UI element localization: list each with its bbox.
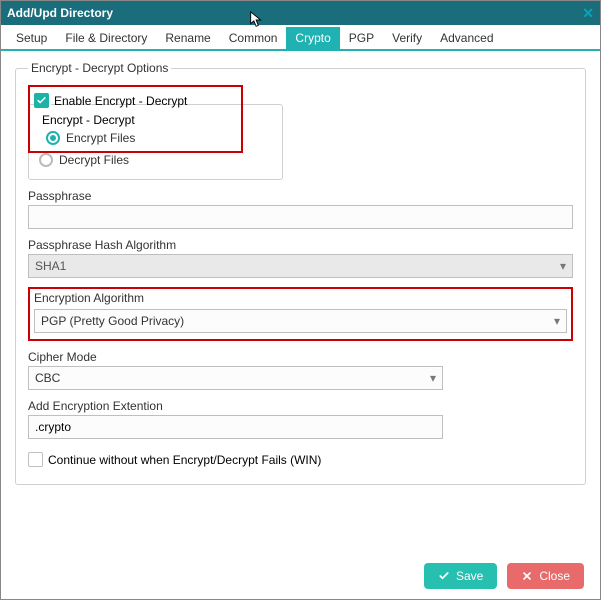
enable-encrypt-label: Enable Encrypt - Decrypt: [54, 94, 187, 108]
highlight-encryption-algorithm: Encryption Algorithm PGP (Pretty Good Pr…: [28, 287, 573, 341]
group-legend: Encrypt - Decrypt Options: [28, 61, 171, 75]
tab-rename[interactable]: Rename: [156, 27, 219, 49]
chevron-down-icon: ▾: [560, 259, 566, 273]
window-title: Add/Upd Directory: [7, 6, 113, 20]
enable-encrypt-checkbox-row[interactable]: Enable Encrypt - Decrypt: [34, 90, 237, 111]
encryption-algorithm-select[interactable]: PGP (Pretty Good Privacy) ▾: [34, 309, 567, 333]
passphrase-label: Passphrase: [28, 189, 573, 203]
continue-without-label: Continue without when Encrypt/Decrypt Fa…: [48, 453, 321, 467]
checkbox-checked-icon[interactable]: [34, 93, 49, 108]
save-button-label: Save: [456, 569, 483, 583]
tab-bar: Setup File & Directory Rename Common Cry…: [1, 25, 600, 51]
tab-pgp[interactable]: PGP: [340, 27, 383, 49]
tab-file-directory[interactable]: File & Directory: [56, 27, 156, 49]
titlebar: Add/Upd Directory ✕: [1, 1, 600, 25]
footer: Save Close: [1, 553, 600, 599]
encrypt-files-label: Encrypt Files: [66, 131, 135, 145]
add-extension-value: .crypto: [35, 420, 71, 434]
tab-verify[interactable]: Verify: [383, 27, 431, 49]
decrypt-files-label: Decrypt Files: [59, 153, 129, 167]
cipher-mode-select[interactable]: CBC ▾: [28, 366, 443, 390]
cipher-mode-value: CBC: [35, 371, 60, 385]
content-area: Encrypt - Decrypt Options Enable Encrypt…: [1, 51, 600, 553]
encryption-algorithm-value: PGP (Pretty Good Privacy): [41, 314, 184, 328]
chevron-down-icon: ▾: [554, 314, 560, 328]
tab-crypto[interactable]: Crypto: [286, 27, 339, 49]
tab-common[interactable]: Common: [220, 27, 287, 49]
encrypt-decrypt-options-group: Encrypt - Decrypt Options Enable Encrypt…: [15, 61, 586, 485]
add-extension-input[interactable]: .crypto: [28, 415, 443, 439]
tab-setup[interactable]: Setup: [7, 27, 56, 49]
highlight-enable-encrypt: Enable Encrypt - Decrypt Encrypt - Decry…: [28, 85, 243, 153]
radio-unselected-icon[interactable]: [39, 153, 53, 167]
check-icon: [438, 570, 450, 582]
chevron-down-icon: ▾: [430, 371, 436, 385]
close-button[interactable]: Close: [507, 563, 584, 589]
encrypt-files-radio-row[interactable]: Encrypt Files: [34, 127, 237, 149]
cipher-mode-label: Cipher Mode: [28, 350, 573, 364]
hash-algorithm-label: Passphrase Hash Algorithm: [28, 238, 573, 252]
add-extension-label: Add Encryption Extention: [28, 399, 573, 413]
hash-algorithm-value: SHA1: [35, 259, 66, 273]
save-button[interactable]: Save: [424, 563, 497, 589]
tab-advanced[interactable]: Advanced: [431, 27, 502, 49]
hash-algorithm-select[interactable]: SHA1 ▾: [28, 254, 573, 278]
continue-without-checkbox-row[interactable]: Continue without when Encrypt/Decrypt Fa…: [28, 449, 573, 470]
dialog-window: Add/Upd Directory ✕ Setup File & Directo…: [0, 0, 601, 600]
encryption-algorithm-label: Encryption Algorithm: [34, 291, 567, 305]
close-icon[interactable]: ✕: [582, 5, 594, 22]
x-icon: [521, 570, 533, 582]
radio-selected-icon[interactable]: [46, 131, 60, 145]
passphrase-input[interactable]: [28, 205, 573, 229]
inner-legend-overlay: Encrypt - Decrypt: [34, 111, 237, 127]
checkbox-unchecked-icon[interactable]: [28, 452, 43, 467]
close-button-label: Close: [539, 569, 570, 583]
